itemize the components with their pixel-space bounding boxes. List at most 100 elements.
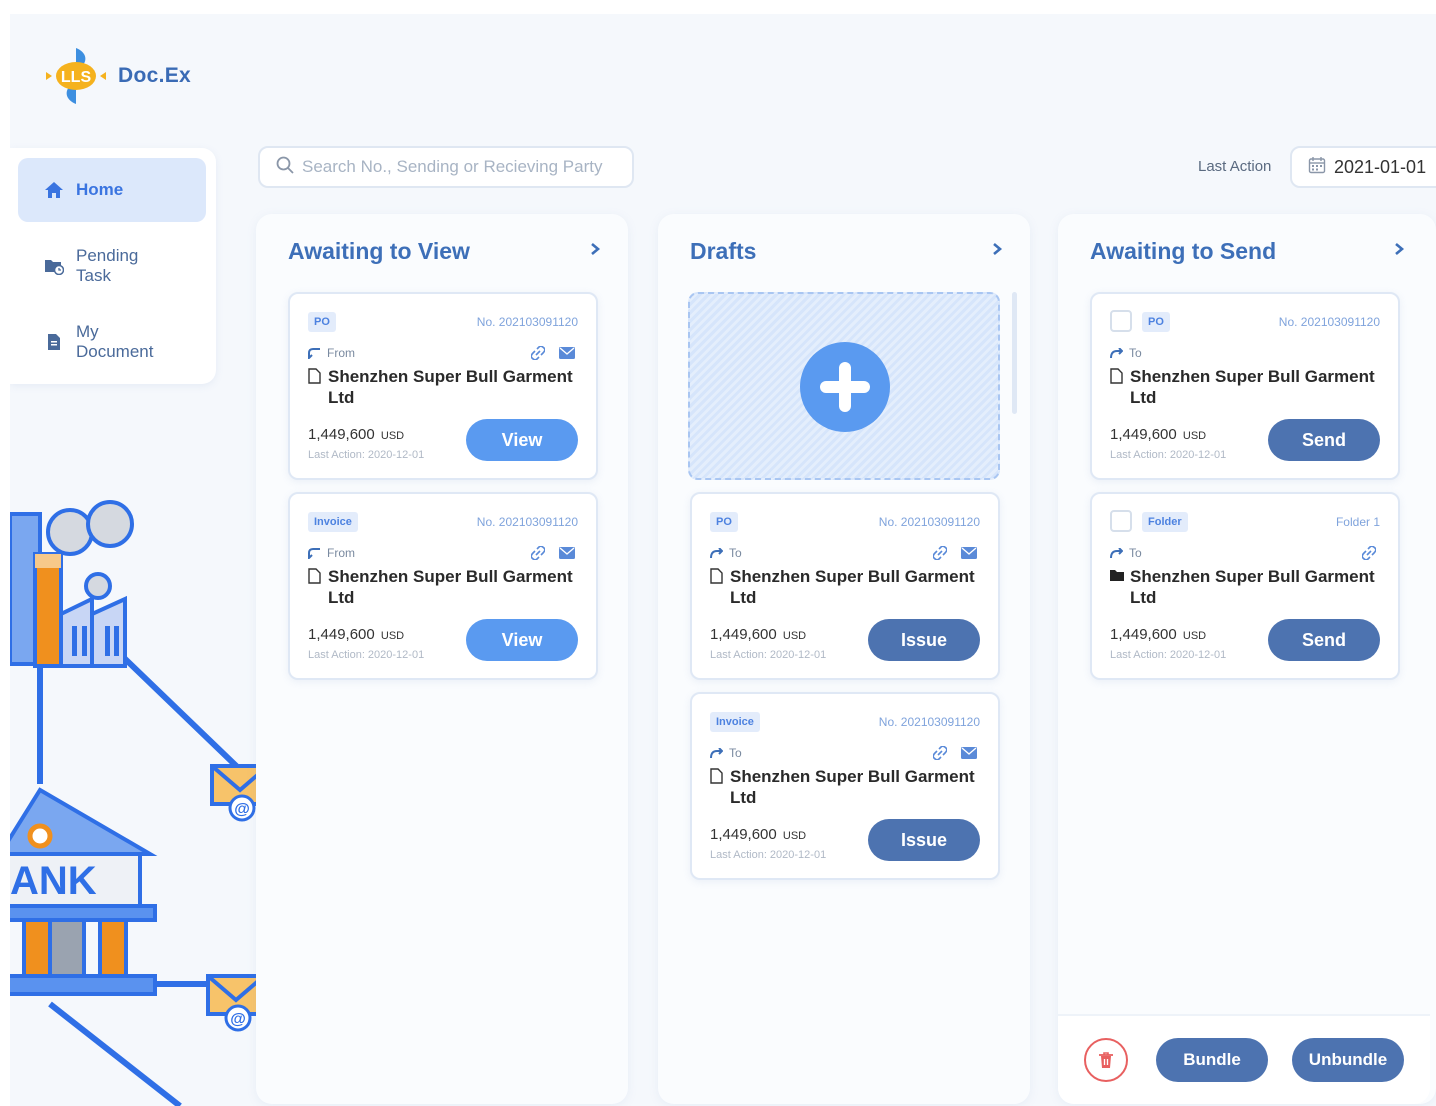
column-awaiting-to-view: Awaiting to View PO No. 202103091120 Fro… [256,214,628,1104]
issue-button[interactable]: Issue [868,619,980,661]
search-box[interactable] [258,146,634,188]
mail-icon[interactable] [558,544,576,562]
column-title: Awaiting to View [288,238,470,264]
view-button[interactable]: View [466,619,578,661]
party-name-text: Shenzhen Super Bull Garment Ltd [328,367,573,407]
amount-value: 1,449,600 [710,626,777,643]
mail-icon[interactable] [558,344,576,362]
app-window: LLS Doc.Ex Home Pending Task My Document [10,14,1436,1106]
sidebar-item-label: Pending Task [76,246,139,285]
amount-value: 1,449,600 [710,826,777,843]
file-outline-icon [1110,368,1123,384]
svg-text:@: @ [230,1011,246,1028]
document-card[interactable]: Invoice No. 202103091120 From Shenzhen S… [288,492,598,680]
link-icon[interactable] [529,544,547,562]
amount: 1,449,600 USD [710,626,806,643]
chevron-right-icon[interactable] [990,242,1004,256]
column-title: Awaiting to Send [1090,238,1277,264]
app-name: Doc.Ex [118,64,191,87]
last-action-date: Last Action: 2020-12-01 [710,849,827,861]
file-outline-icon [710,768,723,784]
amount: 1,449,600 USD [308,626,404,643]
direction: To [1110,346,1142,360]
last-action-date: Last Action: 2020-12-01 [710,649,827,661]
trash-icon [1099,1052,1113,1068]
mail-icon[interactable] [960,544,978,562]
last-action-date: Last Action: 2020-12-01 [308,449,425,461]
sidebar-item-my-document[interactable]: My Document [18,310,206,374]
file-outline-icon [308,568,321,584]
link-icon[interactable] [1360,544,1378,562]
reply-arrow-icon [308,547,320,559]
direction: From [308,546,355,560]
amount: 1,449,600 USD [1110,626,1206,643]
card-actions [920,544,978,562]
reply-arrow-icon [308,347,320,359]
link-icon[interactable] [529,344,547,362]
party-name: Shenzhen Super Bull Garment Ltd [308,566,588,608]
forward-arrow-icon [710,747,723,758]
direction-label: To [729,746,742,760]
doc-type-tag: PO [308,312,336,332]
document-card[interactable]: PO No. 202103091120 To Shenzhen Super Bu… [690,492,1000,680]
folder-card[interactable]: Folder Folder 1 To Shenzhen Super Bull G… [1090,492,1400,680]
document-icon [44,332,64,352]
party-name-text: Shenzhen Super Bull Garment Ltd [1130,367,1375,407]
last-action-label: Last Action [1198,158,1272,175]
sidebar: Home Pending Task My Document [10,148,216,384]
unbundle-button[interactable]: Unbundle [1292,1038,1404,1082]
date-value: 2021-01-01 [1334,156,1427,177]
mail-icon[interactable] [960,744,978,762]
direction-label: To [1129,346,1142,360]
doc-type-tag: Folder [1142,512,1188,532]
link-icon[interactable] [931,744,949,762]
doc-type-tag: PO [1142,312,1170,332]
logo-letters: LLS [61,69,92,86]
folder-name: Folder 1 [1335,515,1380,529]
last-action-date: Last Action: 2020-12-01 [308,649,425,661]
chevron-right-icon[interactable] [1392,242,1406,256]
send-button[interactable]: Send [1268,419,1380,461]
column-drafts: Drafts PO No. 202103091120 To Shenzhen S… [658,214,1030,1104]
folder-clock-icon [44,256,64,276]
search-icon [276,156,294,179]
amount-value: 1,449,600 [1110,426,1177,443]
last-action-date: Last Action: 2020-12-01 [1110,649,1227,661]
date-picker[interactable]: 2021-01-01 [1290,146,1436,188]
last-action-date: Last Action: 2020-12-01 [1110,449,1227,461]
amount: 1,449,600 USD [1110,426,1206,443]
sidebar-item-pending-task[interactable]: Pending Task [18,234,206,298]
party-name-text: Shenzhen Super Bull Garment Ltd [730,567,975,607]
doc-type-tag: Invoice [710,712,760,732]
doc-type-tag: PO [710,512,738,532]
document-card[interactable]: PO No. 202103091120 To Shenzhen Super Bu… [1090,292,1400,480]
link-icon[interactable] [931,544,949,562]
doc-number: No. 202103091120 [476,515,578,529]
search-input[interactable] [302,157,622,177]
document-card[interactable]: Invoice No. 202103091120 To Shenzhen Sup… [690,692,1000,880]
add-draft-button[interactable] [688,292,1000,480]
amount: 1,449,600 USD [308,426,404,443]
calendar-icon [1308,156,1326,179]
forward-arrow-icon [1110,347,1123,358]
sidebar-item-label: My Document [76,322,154,361]
party-name: Shenzhen Super Bull Garment Ltd [1110,566,1390,608]
send-button[interactable]: Send [1268,619,1380,661]
select-checkbox[interactable] [1110,310,1132,332]
sidebar-item-home[interactable]: Home [18,158,206,222]
doc-type-tag: Invoice [308,512,358,532]
currency: USD [380,430,405,442]
document-card[interactable]: PO No. 202103091120 From Shenzhen Super … [288,292,598,480]
chevron-right-icon[interactable] [588,242,602,256]
bundle-button[interactable]: Bundle [1156,1038,1268,1082]
delete-button[interactable] [1084,1038,1128,1082]
select-checkbox[interactable] [1110,510,1132,532]
doc-number: No. 202103091120 [878,515,980,529]
view-button[interactable]: View [466,419,578,461]
party-name-text: Shenzhen Super Bull Garment Ltd [1130,567,1375,607]
forward-arrow-icon [710,547,723,558]
scrollbar[interactable] [1012,292,1017,414]
bank-icon: ANK [10,787,158,996]
bank-sign: ANK [10,859,97,903]
issue-button[interactable]: Issue [868,819,980,861]
